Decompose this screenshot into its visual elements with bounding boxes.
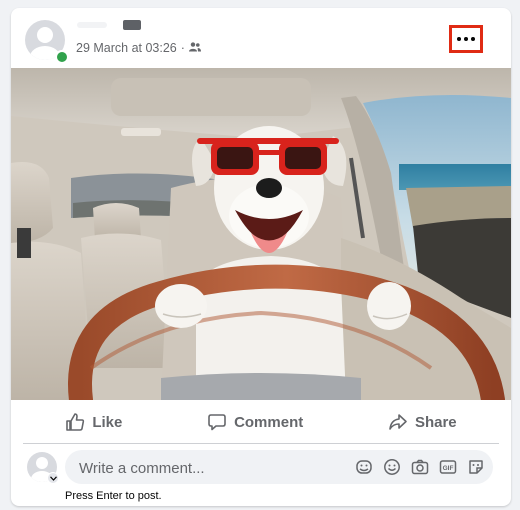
post-card: 29 March at 03:26 · Like Comment Share W…	[11, 8, 511, 506]
comment-hint: Press Enter to post.	[65, 490, 162, 502]
dog-driving-photo	[11, 68, 511, 400]
comment-box: GIF	[65, 450, 493, 486]
more-options-icon	[457, 37, 475, 41]
avatar-head	[36, 457, 48, 469]
comment-button[interactable]: Comment	[207, 412, 303, 432]
redacted-block	[77, 22, 107, 28]
avatar-head	[37, 27, 53, 43]
comment-icon	[208, 414, 226, 431]
share-button[interactable]: Share	[388, 412, 457, 432]
redacted-block	[123, 20, 141, 30]
friends-icon[interactable]	[188, 41, 201, 55]
like-icon	[66, 413, 85, 431]
avatar-sticker-icon[interactable]	[467, 458, 485, 476]
like-button[interactable]: Like	[65, 412, 122, 432]
share-icon	[389, 414, 407, 430]
svg-text:GIF: GIF	[443, 465, 454, 472]
emoji-icon[interactable]	[383, 458, 401, 476]
post-actions: Like Comment Share	[23, 401, 499, 444]
comment-input-icons: GIF	[355, 458, 485, 476]
comment-input[interactable]	[77, 450, 351, 486]
like-label: Like	[92, 413, 123, 431]
share-label: Share	[414, 413, 457, 431]
gif-icon[interactable]: GIF	[439, 458, 457, 476]
post-meta: 29 March at 03:26 ·	[76, 41, 201, 55]
camera-icon[interactable]	[411, 458, 429, 476]
post-photo[interactable]	[11, 68, 511, 400]
online-status-dot	[55, 50, 69, 64]
more-options-button[interactable]	[449, 25, 483, 53]
post-header: 29 March at 03:26 ·	[11, 8, 511, 68]
chevron-down-icon[interactable]	[47, 472, 59, 484]
post-timestamp[interactable]: 29 March at 03:26	[76, 41, 177, 55]
meta-separator: ·	[180, 41, 185, 55]
author-name-redacted[interactable]	[77, 20, 147, 30]
sticker-icon[interactable]	[355, 458, 373, 476]
comment-label: Comment	[234, 413, 304, 431]
